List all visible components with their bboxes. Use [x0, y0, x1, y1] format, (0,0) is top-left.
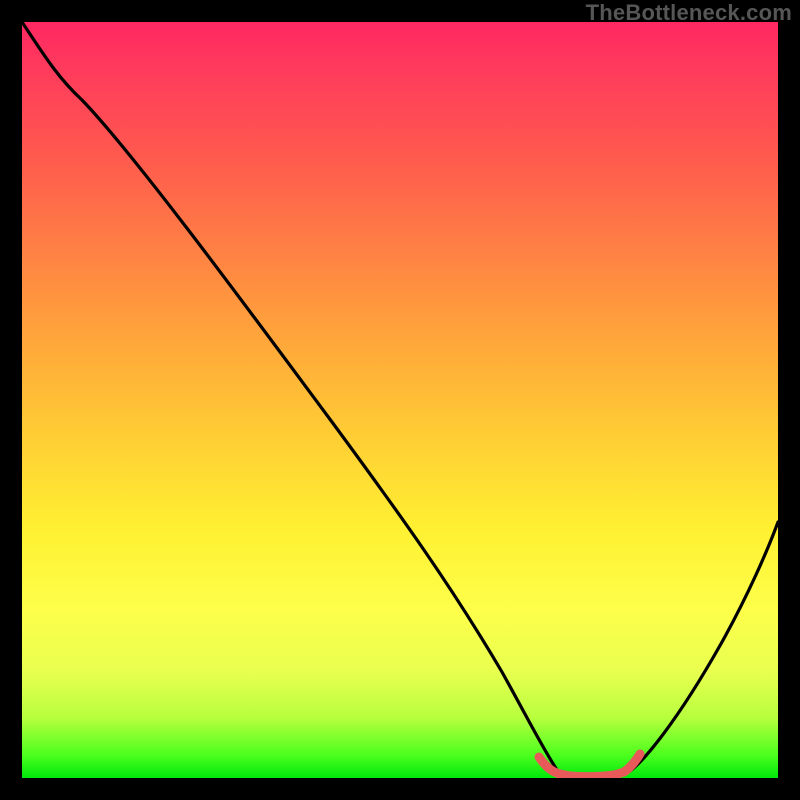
watermark-text: TheBottleneck.com	[586, 0, 792, 26]
highlight-segment	[539, 754, 640, 777]
plot-area	[22, 22, 778, 778]
curve-overlay	[22, 22, 778, 778]
chart-frame: TheBottleneck.com	[0, 0, 800, 800]
bottleneck-curve	[22, 22, 778, 777]
